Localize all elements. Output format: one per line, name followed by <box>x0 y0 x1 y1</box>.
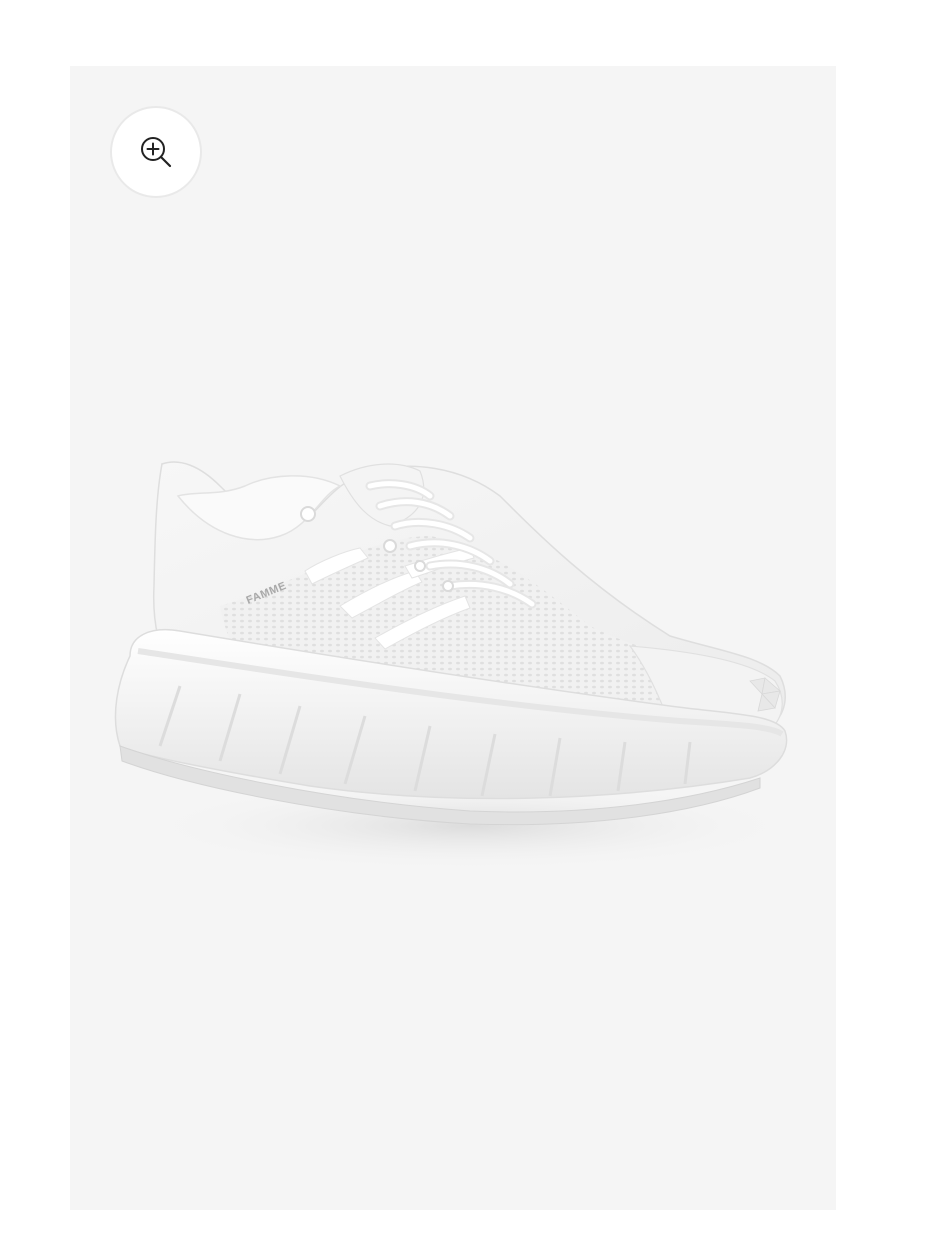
product-image[interactable]: FAMME <box>70 66 836 1210</box>
eyelet <box>383 539 397 553</box>
zoom-in-button[interactable] <box>110 106 202 198</box>
eyelet <box>414 560 426 572</box>
eyelet <box>442 580 454 592</box>
eyelet <box>300 506 316 522</box>
zoom-in-icon <box>137 133 175 171</box>
product-image-gallery: FAMME <box>70 66 836 1210</box>
